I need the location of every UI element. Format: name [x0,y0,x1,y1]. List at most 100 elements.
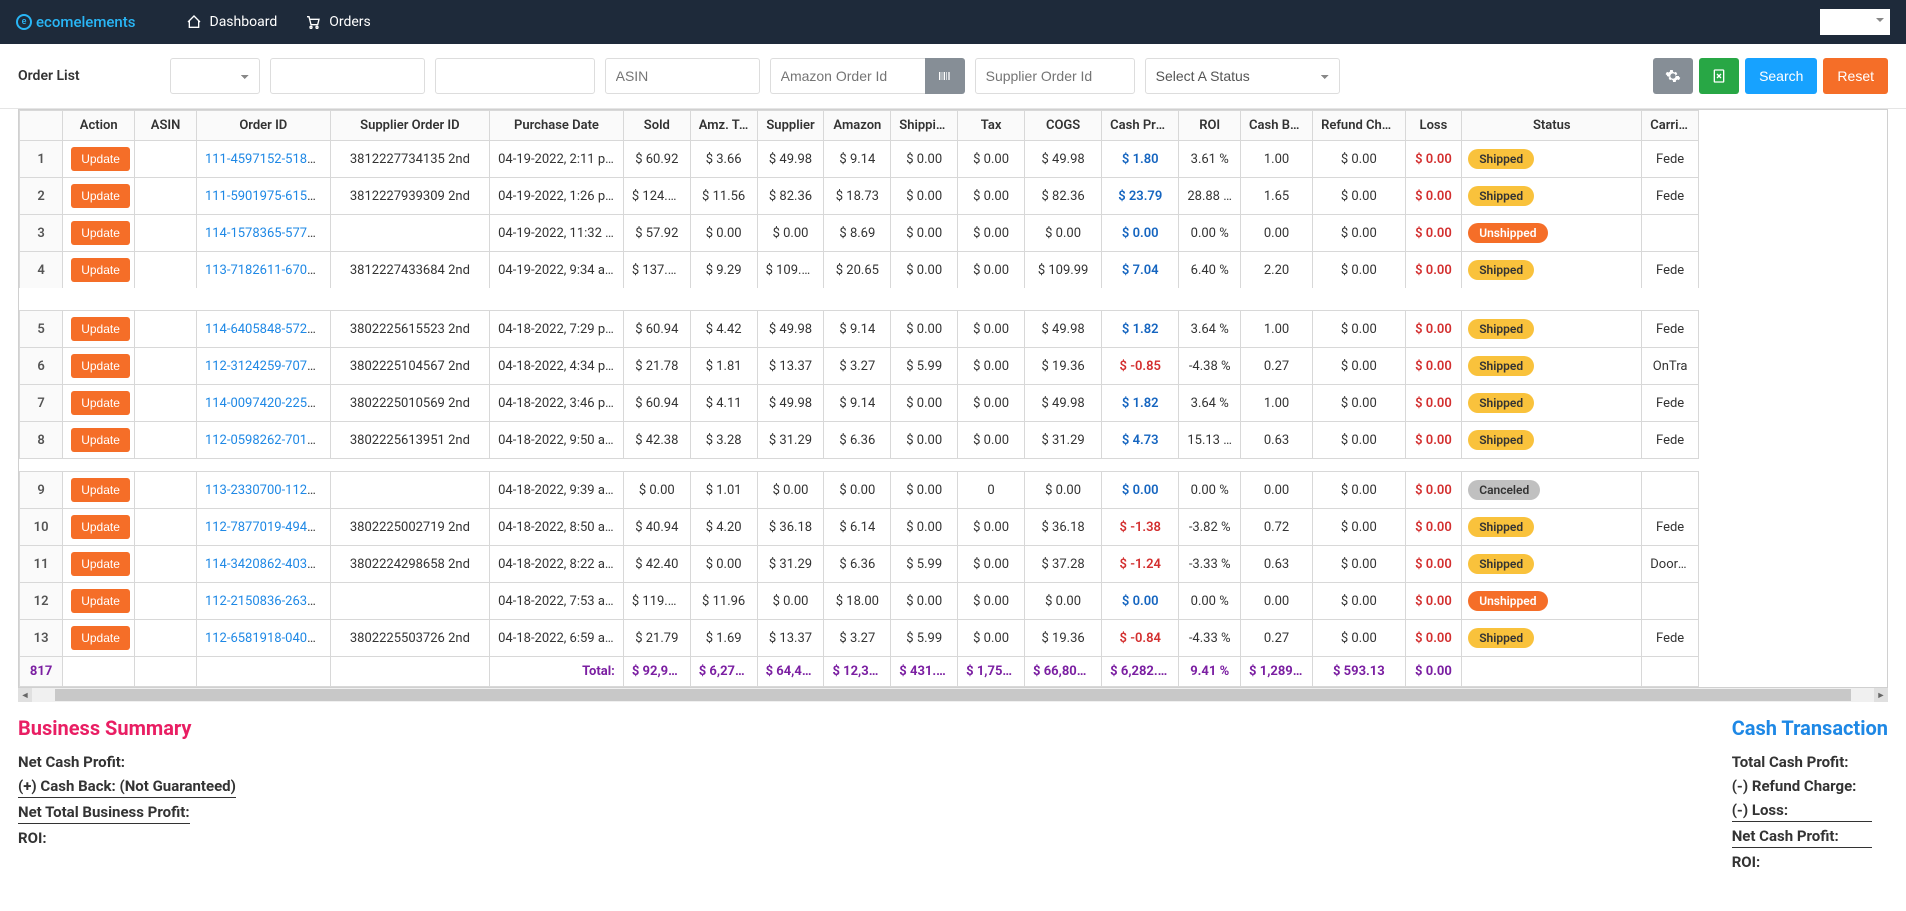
nav-orders[interactable]: Orders [305,14,371,30]
cogs-cell: $ 0.00 [1025,472,1102,509]
row-number: 3 [20,215,63,252]
col-header-17[interactable]: Loss [1405,111,1462,141]
table-row: 6Update112-3124259-70706623802225104567 … [20,348,1699,385]
reset-button[interactable]: Reset [1823,58,1888,94]
refund-cell: $ 0.00 [1313,422,1406,459]
col-header-15[interactable]: Cash Back [1241,111,1313,141]
order-id-link[interactable]: 112-7877019-4945848 [205,520,330,535]
nav-dashboard[interactable]: Dashboard [186,14,278,30]
cashback-cell: 0.27 [1241,620,1313,657]
table-row: 10Update112-7877019-49458483802225002719… [20,509,1699,546]
status-cell: Shipped [1462,348,1642,385]
col-header-2[interactable]: ASIN [135,111,197,141]
horizontal-scrollbar[interactable]: ◄ ► [18,688,1888,702]
order-id-link[interactable]: 112-6581918-0407464 [205,631,330,646]
tax-cell: $ 0.00 [958,546,1025,583]
logo[interactable]: e ecomelements [16,13,136,31]
refund-cell: $ 0.00 [1313,385,1406,422]
update-button[interactable]: Update [71,221,130,245]
update-button[interactable]: Update [71,317,130,341]
order-id-cell: 111-4597152-5183415 [196,141,330,178]
spacer-row [20,459,1699,472]
refund-cell: $ 0.00 [1313,252,1406,294]
cashback-cell: 0.00 [1241,472,1313,509]
col-header-10[interactable]: Shipping [891,111,958,141]
total-loss: $ 0.00 [1405,657,1462,687]
amztax-cell: $ 0.00 [690,546,757,583]
status-badge: Shipped [1468,319,1534,339]
total-amazon: $ 12,393.48 [824,657,891,687]
update-button[interactable]: Update [71,515,130,539]
filter-select-1[interactable] [170,58,260,94]
col-header-1[interactable]: Action [63,111,135,141]
filter-input-1[interactable] [270,58,425,94]
order-id-link[interactable]: 114-6405848-5722654 [205,322,330,337]
asin-input[interactable] [605,58,760,94]
scroll-right-icon[interactable]: ► [1874,688,1888,702]
col-header-19[interactable]: Carrier [1642,111,1699,141]
order-id-link[interactable]: 111-5901975-6155433 [205,189,330,204]
update-button[interactable]: Update [71,258,130,282]
roi-cell: 15.13 % [1179,422,1241,459]
export-button[interactable] [1699,58,1739,94]
update-button[interactable]: Update [71,391,130,415]
update-button[interactable]: Update [71,428,130,452]
update-button[interactable]: Update [71,478,130,502]
asin-cell [135,583,197,620]
update-button[interactable]: Update [71,552,130,576]
scroll-left-icon[interactable]: ◄ [18,688,32,702]
order-id-cell: 112-7877019-4945848 [196,509,330,546]
order-id-link[interactable]: 113-7182611-6702628 [205,263,330,278]
roi-label: ROI: [18,826,236,850]
shipping-cell: $ 5.99 [891,348,958,385]
filter-input-2[interactable] [435,58,595,94]
update-button[interactable]: Update [71,626,130,650]
roi-cell: 0.00 % [1179,215,1241,252]
col-header-14[interactable]: ROI [1179,111,1241,141]
table-row: 4Update113-7182611-67026283812227433684 … [20,252,1699,294]
update-button[interactable]: Update [71,589,130,613]
order-id-link[interactable]: 111-4597152-5183415 [205,152,330,167]
col-header-13[interactable]: Cash Profit [1102,111,1179,141]
col-header-5[interactable]: Purchase Date [490,111,624,141]
update-button[interactable]: Update [71,147,130,171]
action-cell: Update [63,422,135,459]
settings-button[interactable] [1653,58,1693,94]
order-id-link[interactable]: 112-3124259-7070662 [205,359,330,374]
asin-cell [135,311,197,348]
user-dropdown[interactable] [1820,9,1890,35]
amazon-order-input[interactable] [770,58,925,94]
supplier-cell: $ 13.37 [757,620,824,657]
col-header-9[interactable]: Amazon [824,111,891,141]
order-id-link[interactable]: 114-3420862-4039402 [205,557,330,572]
home-icon [186,14,202,30]
grid-scroll[interactable]: ActionASINOrder IDSupplier Order IDPurch… [18,109,1888,688]
amazon-cell: $ 3.27 [824,348,891,385]
order-id-link[interactable]: 113-2330700-1123419 [205,483,330,498]
scan-button[interactable] [925,58,965,94]
search-button[interactable]: Search [1745,58,1817,94]
col-header-11[interactable]: Tax [958,111,1025,141]
col-header-7[interactable]: Amz. Tax [690,111,757,141]
profit-cell: $ 0.00 [1102,583,1179,620]
col-header-4[interactable]: Supplier Order ID [330,111,489,141]
scroll-thumb[interactable] [55,689,1850,701]
status-select[interactable]: Select A Status [1145,58,1340,94]
col-header-3[interactable]: Order ID [196,111,330,141]
col-header-12[interactable]: COGS [1025,111,1102,141]
status-cell: Shipped [1462,422,1642,459]
col-header-18[interactable]: Status [1462,111,1642,141]
order-id-link[interactable]: 114-0097420-2256242 [205,396,330,411]
supplier-order-input[interactable] [975,58,1135,94]
table-row: 7Update114-0097420-22562423802225010569 … [20,385,1699,422]
update-button[interactable]: Update [71,184,130,208]
col-header-6[interactable]: Sold [623,111,690,141]
order-id-link[interactable]: 114-1578365-5773011 [205,226,330,241]
col-header-0[interactable] [20,111,63,141]
order-id-link[interactable]: 112-0598262-7015400 [205,433,330,448]
col-header-8[interactable]: Supplier [757,111,824,141]
order-id-link[interactable]: 112-2150836-2633001 [205,594,330,609]
update-button[interactable]: Update [71,354,130,378]
col-header-16[interactable]: Refund Charge [1313,111,1406,141]
shipping-cell: $ 0.00 [891,178,958,215]
